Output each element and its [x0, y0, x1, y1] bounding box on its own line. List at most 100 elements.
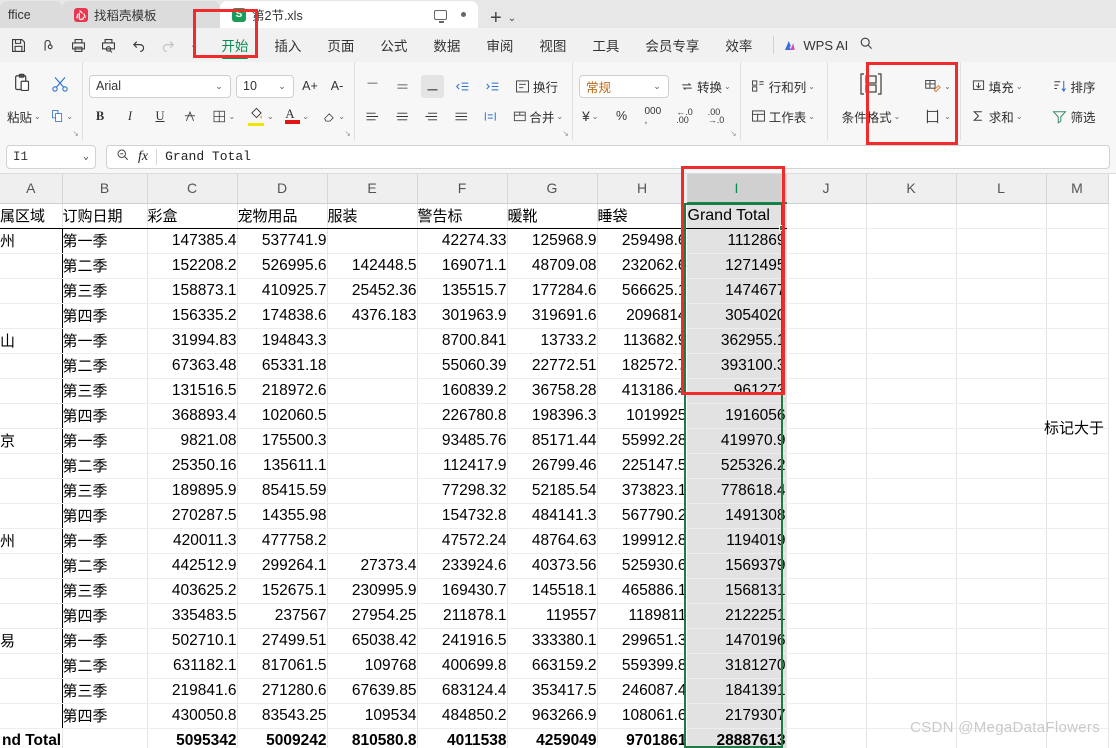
- region-cell[interactable]: [0, 503, 63, 529]
- value-cell[interactable]: 119557: [507, 603, 598, 629]
- save-icon[interactable]: [10, 37, 27, 54]
- header-cell[interactable]: 宠物用品: [237, 203, 328, 229]
- spreadsheet-grid[interactable]: A B C D E F G H I J K L M 属区域 订购日期 彩盒 宠物用品 服装 警告标 暖靴 睡袋 Grand…: [0, 174, 1116, 748]
- value-cell[interactable]: 85171.44: [507, 428, 598, 454]
- region-cell[interactable]: [0, 303, 63, 329]
- value-cell[interactable]: 177284.6: [507, 278, 598, 304]
- empty-cell[interactable]: [1046, 678, 1109, 704]
- column-header-c[interactable]: C: [147, 174, 238, 204]
- value-cell[interactable]: 83543.25: [237, 703, 328, 729]
- value-cell[interactable]: 403625.2: [147, 578, 238, 604]
- value-cell[interactable]: 77298.32: [417, 478, 508, 504]
- empty-cell[interactable]: [956, 578, 1047, 604]
- search-icon[interactable]: [858, 35, 874, 56]
- value-cell[interactable]: 152675.1: [237, 578, 328, 604]
- value-cell[interactable]: 319691.6: [507, 303, 598, 329]
- quarter-cell[interactable]: 第四季: [62, 703, 148, 729]
- table-row[interactable]: 第二季 631182.1 817061.5 109768 400699.8 663159.…: [0, 653, 1109, 679]
- grand-total-cell[interactable]: 3181270: [687, 653, 787, 679]
- column-header-k[interactable]: K: [866, 174, 957, 204]
- value-cell[interactable]: [327, 353, 418, 379]
- empty-cell[interactable]: [786, 553, 867, 579]
- value-cell[interactable]: [327, 428, 418, 454]
- value-cell[interactable]: 109534: [327, 703, 418, 729]
- value-cell[interactable]: [327, 453, 418, 479]
- selection-fill-handle[interactable]: [779, 225, 785, 231]
- conditional-format-button[interactable]: 条件格式 ⌄: [839, 105, 904, 128]
- grand-total-cell[interactable]: 2179307: [687, 703, 787, 729]
- value-cell[interactable]: [327, 228, 418, 254]
- empty-cell[interactable]: [866, 353, 957, 379]
- value-cell[interactable]: 131516.5: [147, 378, 238, 404]
- value-cell[interactable]: 55060.39: [417, 353, 508, 379]
- table-row[interactable]: 第四季 368893.4 102060.5 226780.8 198396.3 10199…: [0, 403, 1109, 429]
- column-header-h[interactable]: H: [597, 174, 688, 204]
- italic-button[interactable]: I: [119, 105, 141, 128]
- empty-cell[interactable]: [786, 328, 867, 354]
- value-cell[interactable]: 211878.1: [417, 603, 508, 629]
- value-cell[interactable]: 158873.1: [147, 278, 238, 304]
- empty-cell[interactable]: [866, 403, 957, 429]
- fx-icon[interactable]: fx: [138, 149, 148, 165]
- table-row[interactable]: 第四季 270287.5 14355.98 154732.8 484141.3 56779…: [0, 503, 1109, 529]
- table-row[interactable]: 易第一季 502710.1 27499.51 65038.42 241916.5 3333…: [0, 627, 1109, 654]
- value-cell[interactable]: 27954.25: [327, 603, 418, 629]
- table-row[interactable]: 第三季 131516.5 218972.6 160839.2 36758.28 41318…: [0, 378, 1109, 404]
- table-row[interactable]: 州第一季 147385.4 537741.9 42274.33 125968.9 2594…: [0, 227, 1109, 254]
- number-format-combo[interactable]: 常规 ⌄: [579, 74, 669, 98]
- empty-cell[interactable]: [956, 328, 1047, 354]
- name-box-caret-icon[interactable]: ⌄: [83, 151, 89, 163]
- redo-icon[interactable]: [160, 37, 177, 54]
- empty-cell[interactable]: [1046, 478, 1109, 504]
- quarter-cell[interactable]: 第三季: [62, 278, 148, 304]
- quarter-cell[interactable]: 第二季: [62, 353, 148, 379]
- value-cell[interactable]: 566625.1: [597, 278, 688, 304]
- empty-cell[interactable]: [1046, 728, 1109, 748]
- column-header-d[interactable]: D: [237, 174, 328, 204]
- value-cell[interactable]: 152208.2: [147, 253, 238, 279]
- empty-cell[interactable]: [956, 378, 1047, 404]
- table-row[interactable]: 第二季 152208.2 526995.6 142448.5 169071.1 48709…: [0, 253, 1109, 279]
- empty-cell[interactable]: [956, 728, 1047, 748]
- table-row[interactable]: 第三季 189895.9 85415.59 77298.32 52185.54 37382…: [0, 478, 1109, 504]
- value-cell[interactable]: 663159.2: [507, 653, 598, 679]
- strikethrough-icon[interactable]: [179, 105, 201, 128]
- value-cell[interactable]: 299264.1: [237, 553, 328, 579]
- cell-style-icon[interactable]: ⌄: [920, 75, 954, 98]
- empty-cell[interactable]: [1046, 603, 1109, 629]
- quarter-cell[interactable]: 第二季: [62, 453, 148, 479]
- value-cell[interactable]: 559399.8: [597, 653, 688, 679]
- empty-cell[interactable]: [1046, 353, 1109, 379]
- align-bottom-icon[interactable]: [421, 74, 444, 98]
- grand-total-cell[interactable]: 1470196: [687, 628, 787, 654]
- sum-button[interactable]: 求和 ⌄: [967, 105, 1026, 128]
- region-cell[interactable]: [0, 703, 63, 729]
- value-cell[interactable]: 52185.54: [507, 478, 598, 504]
- comma-style-icon[interactable]: 000,: [642, 105, 665, 128]
- grand-total-cell[interactable]: 419970.9: [687, 428, 787, 454]
- value-cell[interactable]: 198396.3: [507, 403, 598, 429]
- quarter-cell[interactable]: 第一季: [62, 528, 148, 554]
- empty-cell[interactable]: [866, 728, 957, 748]
- grand-total-cell[interactable]: 2122251: [687, 603, 787, 629]
- value-cell[interactable]: 259498.6: [597, 228, 688, 254]
- sort-button[interactable]: 排序: [1048, 75, 1098, 98]
- fill-color-button[interactable]: ⌄: [246, 105, 275, 128]
- empty-cell[interactable]: [956, 353, 1047, 379]
- ribbon-tab-review[interactable]: 审阅: [473, 28, 526, 62]
- value-cell[interactable]: [327, 478, 418, 504]
- region-cell[interactable]: [0, 353, 63, 379]
- empty-cell[interactable]: [866, 428, 957, 454]
- rows-columns-button[interactable]: 行和列 ⌄: [747, 75, 818, 98]
- value-cell[interactable]: 420011.3: [147, 528, 238, 554]
- value-cell[interactable]: 442512.9: [147, 553, 238, 579]
- print-preview-icon[interactable]: [100, 37, 117, 54]
- value-cell[interactable]: 963266.9: [507, 703, 598, 729]
- value-cell[interactable]: 26799.46: [507, 453, 598, 479]
- name-box[interactable]: I1 ⌄: [6, 144, 96, 169]
- header-cell[interactable]: 睡袋: [597, 203, 688, 229]
- grand-total-cell[interactable]: 1568131: [687, 578, 787, 604]
- value-cell[interactable]: 142448.5: [327, 253, 418, 279]
- clipboard-icon[interactable]: [12, 73, 34, 100]
- value-cell[interactable]: 113682.9: [597, 328, 688, 354]
